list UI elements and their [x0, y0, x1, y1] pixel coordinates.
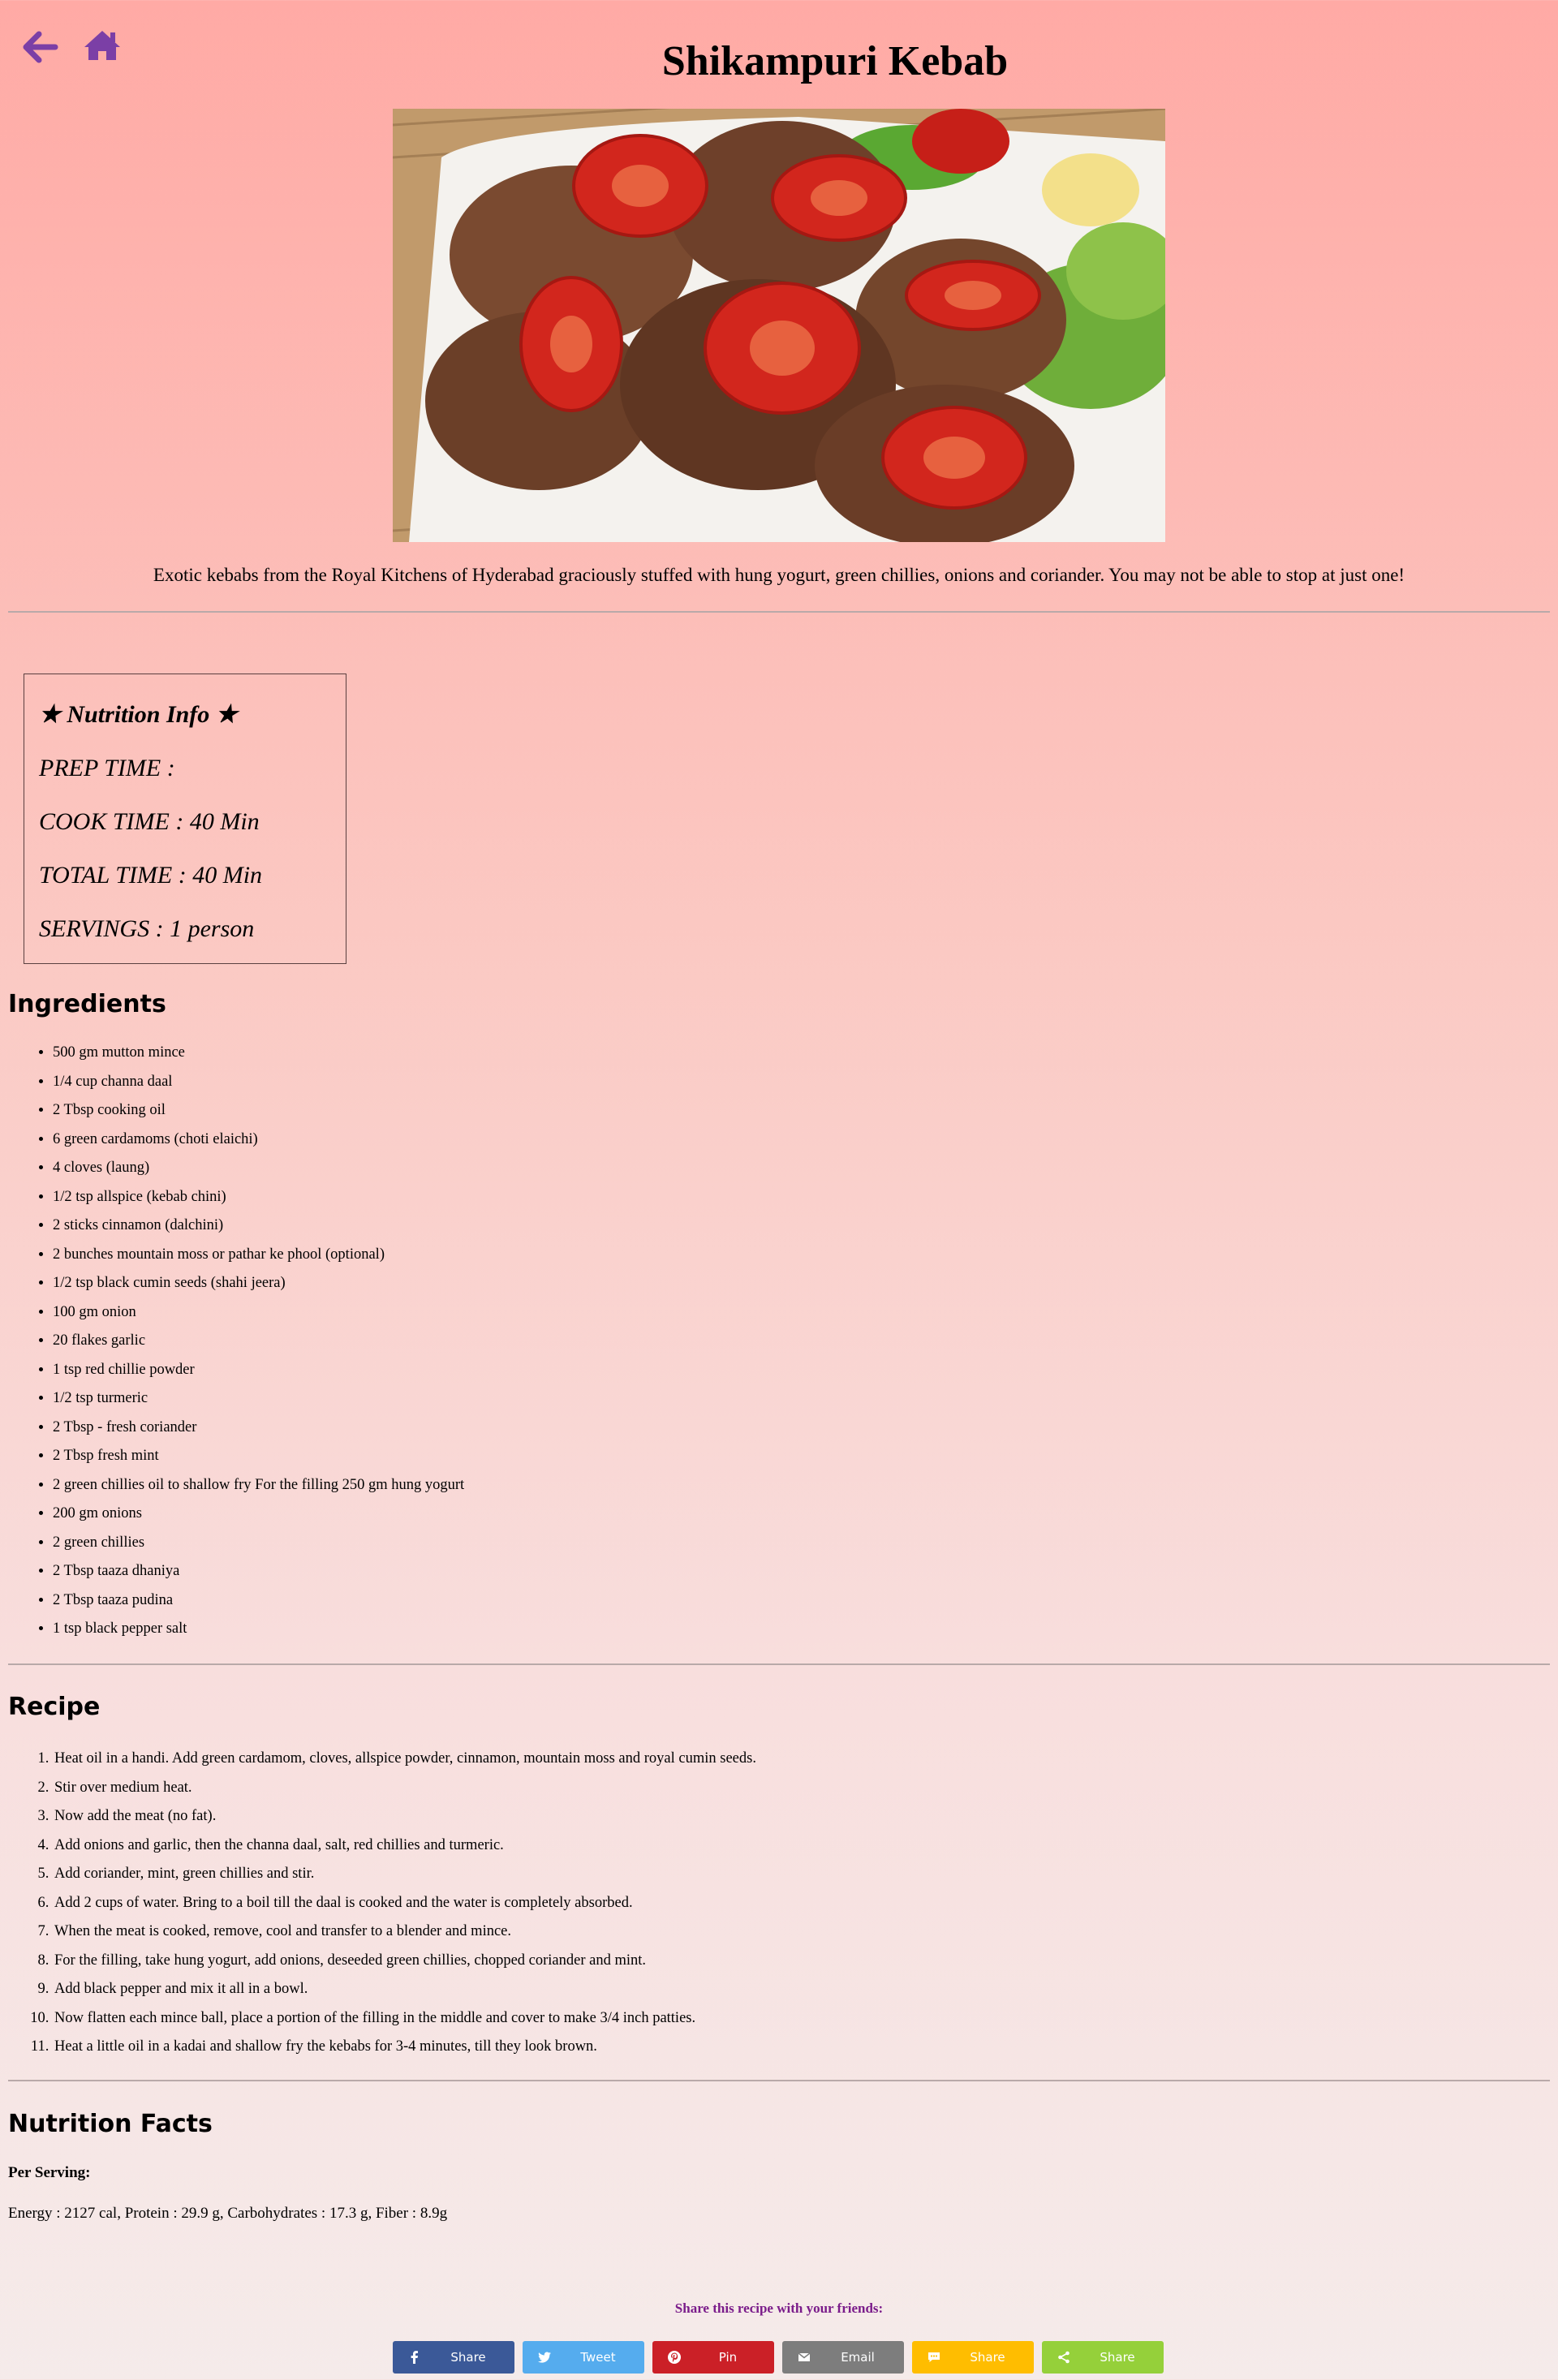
- list-item: 1 tsp black pepper salt: [53, 1615, 464, 1644]
- recipe-step: When the meat is cooked, remove, cool an…: [53, 1917, 756, 1947]
- list-item: 1/4 cup channa daal: [53, 1068, 464, 1097]
- recipe-step: Heat oil in a handi. Add green cardamom,…: [53, 1745, 756, 1774]
- list-item: 2 Tbsp - fresh coriander: [53, 1414, 464, 1443]
- per-serving-label: Per Serving:: [8, 2164, 91, 2181]
- recipe-step: Add onions and garlic, then the channa d…: [53, 1831, 756, 1861]
- recipe-step: For the filling, take hung yogurt, add o…: [53, 1947, 756, 1976]
- list-item: 100 gm onion: [53, 1298, 464, 1328]
- recipe-step: Add 2 cups of water. Bring to a boil til…: [53, 1889, 756, 1918]
- nutrition-facts-heading: Nutrition Facts: [8, 2110, 213, 2138]
- pinterest-share-button[interactable]: Pin: [652, 2341, 774, 2374]
- recipe-step: Now add the meat (no fat).: [53, 1802, 756, 1831]
- recipe-heading: Recipe: [8, 1693, 101, 1721]
- list-item: 4 cloves (laung): [53, 1154, 464, 1183]
- share-label: Share this recipe with your friends:: [674, 2300, 884, 2316]
- list-item: 2 sticks cinnamon (dalchini): [53, 1212, 464, 1241]
- cook-time: COOK TIME : 40 Min: [39, 808, 260, 835]
- recipe-image: [393, 109, 1165, 542]
- list-item: 2 green chillies: [53, 1529, 464, 1558]
- recipe-description: Exotic kebabs from the Royal Kitchens of…: [153, 565, 1405, 585]
- list-item: 1/2 tsp allspice (kebab chini): [53, 1183, 464, 1212]
- nutrition-info-title: ★ Nutrition Info ★: [39, 701, 238, 728]
- recipe-step: Add coriander, mint, green chillies and …: [53, 1860, 756, 1889]
- page-title: Shikampuri Kebab: [661, 38, 1009, 84]
- sms-share-button[interactable]: Share: [912, 2341, 1034, 2374]
- divider: [8, 2080, 1550, 2081]
- ingredients-heading: Ingredients: [8, 990, 166, 1018]
- share-icon: [1057, 2350, 1071, 2365]
- list-item: 500 gm mutton mince: [53, 1039, 464, 1068]
- pinterest-icon: [667, 2350, 682, 2365]
- email-icon: [797, 2350, 811, 2365]
- recipe-step: Add black pepper and mix it all in a bow…: [53, 1975, 756, 2004]
- email-share-button[interactable]: Email: [782, 2341, 904, 2374]
- recipe-step: Now flatten each mince ball, place a por…: [53, 2004, 756, 2034]
- list-item: 1 tsp red chillie powder: [53, 1356, 464, 1385]
- list-item: 2 green chillies oil to shallow fry For …: [53, 1471, 464, 1500]
- list-item: 1/2 tsp turmeric: [53, 1384, 464, 1414]
- list-item: 2 bunches mountain moss or pathar ke pho…: [53, 1241, 464, 1270]
- facebook-share-button[interactable]: Share: [393, 2341, 514, 2374]
- nutrition-info-box: ★ Nutrition Info ★ PREP TIME : COOK TIME…: [24, 674, 346, 964]
- nutrition-values: Energy : 2127 cal, Protein : 29.9 g, Car…: [8, 2205, 448, 2222]
- sms-icon: [927, 2350, 941, 2365]
- share-buttons: Share Tweet Pin Email Share Share: [393, 2341, 1164, 2374]
- twitter-icon: [537, 2350, 552, 2365]
- servings: SERVINGS : 1 person: [39, 915, 255, 942]
- twitter-share-button[interactable]: Tweet: [523, 2341, 644, 2374]
- list-item: 6 green cardamoms (choti elaichi): [53, 1125, 464, 1155]
- list-item: 1/2 tsp black cumin seeds (shahi jeera): [53, 1269, 464, 1298]
- recipe-step: Heat a little oil in a kadai and shallow…: [53, 2033, 756, 2062]
- list-item: 2 Tbsp taaza dhaniya: [53, 1557, 464, 1586]
- recipe-steps: Heat oil in a handi. Add green cardamom,…: [0, 1745, 756, 2062]
- ingredients-list: 500 gm mutton mince 1/4 cup channa daal …: [0, 1039, 464, 1644]
- divider: [8, 611, 1550, 613]
- generic-share-button[interactable]: Share: [1042, 2341, 1164, 2374]
- total-time: TOTAL TIME : 40 Min: [39, 862, 263, 889]
- list-item: 2 Tbsp taaza pudina: [53, 1586, 464, 1616]
- list-item: 20 flakes garlic: [53, 1327, 464, 1356]
- facebook-icon: [407, 2350, 422, 2365]
- divider: [8, 1663, 1550, 1665]
- list-item: 200 gm onions: [53, 1500, 464, 1529]
- prep-time: PREP TIME :: [39, 755, 175, 781]
- list-item: 2 Tbsp cooking oil: [53, 1096, 464, 1125]
- list-item: 2 Tbsp fresh mint: [53, 1442, 464, 1471]
- recipe-step: Stir over medium heat.: [53, 1774, 756, 1803]
